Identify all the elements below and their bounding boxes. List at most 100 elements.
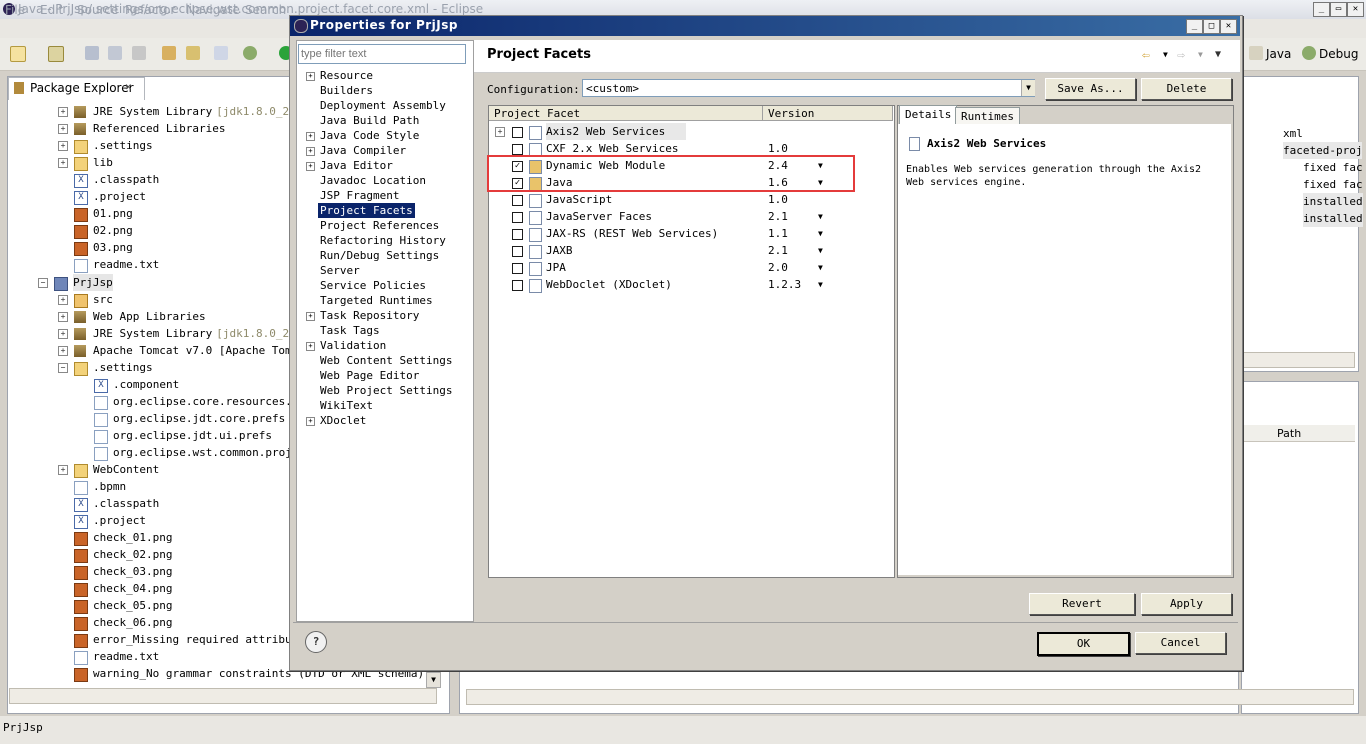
save-icon[interactable] xyxy=(85,46,99,60)
editor-hscroll[interactable] xyxy=(466,689,1354,705)
column-project-facet[interactable]: Project Facet xyxy=(489,106,763,121)
tree-item[interactable]: org.eclipse.jdt.core.prefs xyxy=(113,410,285,427)
expand-icon[interactable]: + xyxy=(306,132,315,141)
tree-item[interactable]: .classpath xyxy=(93,171,159,188)
nav-item[interactable]: Java Build Path xyxy=(320,113,419,128)
expand-icon[interactable]: + xyxy=(306,147,315,156)
expand-icon[interactable]: + xyxy=(58,346,68,356)
menu-source[interactable]: Source xyxy=(77,3,118,17)
tree-item[interactable]: check_04.png xyxy=(93,580,172,597)
configuration-combo[interactable]: <custom> xyxy=(582,79,1035,97)
tree-item[interactable]: readme.txt xyxy=(93,256,159,273)
combo-arrow-icon[interactable]: ▼ xyxy=(1021,80,1035,96)
column-path[interactable]: Path xyxy=(1277,427,1301,440)
apply-button[interactable]: Apply xyxy=(1141,593,1232,615)
nav-item[interactable]: Web Content Settings xyxy=(320,353,452,368)
outline-item[interactable]: xml xyxy=(1283,125,1303,142)
expand-icon[interactable]: + xyxy=(306,162,315,171)
tree-item[interactable]: .project xyxy=(93,512,146,529)
nav-item[interactable]: Server xyxy=(320,263,360,278)
facet-version[interactable]: 1.0 xyxy=(768,191,818,208)
tree-item[interactable]: check_01.png xyxy=(93,529,172,546)
facet-checkbox[interactable] xyxy=(512,212,523,223)
menu-edit[interactable]: Edit xyxy=(40,3,63,17)
tree-item[interactable]: .settings xyxy=(93,359,153,376)
facet-name[interactable]: JavaServer Faces xyxy=(546,208,756,225)
close-view-icon[interactable]: ✕ xyxy=(125,80,132,93)
outline-item[interactable]: installed xyxy=(1303,210,1363,227)
save-as-button[interactable]: Save As... xyxy=(1045,78,1136,100)
dialog-minimize-icon[interactable]: _ xyxy=(1186,19,1203,34)
nav-item[interactable]: XDoclet xyxy=(320,413,366,428)
nav-item[interactable]: Project Facets xyxy=(318,203,415,218)
nav-item[interactable]: Deployment Assembly xyxy=(320,98,446,113)
menu-search[interactable]: Search xyxy=(245,3,286,17)
facet-checkbox[interactable] xyxy=(512,280,523,291)
new-package-icon[interactable] xyxy=(48,46,64,62)
ok-button[interactable]: OK xyxy=(1037,632,1130,656)
version-dropdown-icon[interactable]: ▼ xyxy=(818,208,828,225)
tree-item[interactable]: check_03.png xyxy=(93,563,172,580)
menu-navigate[interactable]: Navigate xyxy=(186,3,240,17)
save-all-icon[interactable] xyxy=(108,46,122,60)
outline-hscroll[interactable] xyxy=(1243,352,1355,368)
dialog-maximize-icon[interactable]: □ xyxy=(1203,19,1220,34)
tree-item[interactable]: lib xyxy=(93,154,113,171)
outline-item[interactable]: fixed fac xyxy=(1303,176,1363,193)
menu-refactor[interactable]: Refactor xyxy=(125,3,175,17)
facet-version[interactable]: 1.2.3 xyxy=(768,276,818,293)
nav-item[interactable]: Run/Debug Settings xyxy=(320,248,439,263)
perspective-java[interactable]: Java xyxy=(1266,47,1291,61)
facet-name[interactable]: JAXB xyxy=(546,242,756,259)
nav-item[interactable]: Validation xyxy=(320,338,386,353)
outline-item[interactable]: faceted-proj xyxy=(1283,142,1363,159)
expand-icon[interactable]: + xyxy=(306,312,315,321)
nav-item[interactable]: Javadoc Location xyxy=(320,173,426,188)
outline-item[interactable]: fixed fac xyxy=(1303,159,1363,176)
nav-item[interactable]: Web Page Editor xyxy=(320,368,419,383)
tree-item[interactable]: Web App Libraries xyxy=(93,308,206,325)
tree-item[interactable]: check_02.png xyxy=(93,546,172,563)
tree-item[interactable]: .settings xyxy=(93,137,153,154)
open-resource-icon[interactable] xyxy=(186,46,200,60)
facet-version[interactable] xyxy=(768,123,818,140)
facet-name[interactable]: JPA xyxy=(546,259,756,276)
scroll-down-icon[interactable]: ▼ xyxy=(426,672,441,688)
expand-icon[interactable]: + xyxy=(58,158,68,168)
debug-perspective-icon[interactable] xyxy=(1302,46,1316,60)
facet-checkbox[interactable] xyxy=(512,127,523,138)
forward-menu-icon[interactable]: ▼ xyxy=(1198,50,1203,59)
nav-item[interactable]: Resource xyxy=(320,68,373,83)
tree-item[interactable]: PrjJsp xyxy=(73,274,113,291)
minimize-icon[interactable]: _ xyxy=(1313,2,1330,17)
facet-checkbox[interactable] xyxy=(512,195,523,206)
open-perspective-icon[interactable] xyxy=(1249,46,1263,60)
collapse-icon[interactable]: − xyxy=(38,278,48,288)
tree-item[interactable]: .classpath xyxy=(93,495,159,512)
delete-button[interactable]: Delete xyxy=(1141,78,1232,100)
expand-icon[interactable]: + xyxy=(58,329,68,339)
nav-item[interactable]: Task Repository xyxy=(320,308,419,323)
new-icon[interactable] xyxy=(10,46,26,62)
version-dropdown-icon[interactable]: ▼ xyxy=(818,276,828,293)
restore-icon[interactable]: ▭ xyxy=(1330,2,1347,17)
print-icon[interactable] xyxy=(132,46,146,60)
tree-item[interactable]: readme.txt xyxy=(93,648,159,665)
open-type-icon[interactable] xyxy=(162,46,176,60)
nav-item[interactable]: Service Policies xyxy=(320,278,426,293)
nav-item[interactable]: Refactoring History xyxy=(320,233,446,248)
nav-item[interactable]: Java Editor xyxy=(320,158,393,173)
view-menu-icon[interactable]: ▼ xyxy=(1215,49,1221,60)
revert-button[interactable]: Revert xyxy=(1029,593,1135,615)
tree-item[interactable]: 02.png xyxy=(93,222,133,239)
expand-icon[interactable]: + xyxy=(58,295,68,305)
tab-details[interactable]: Details xyxy=(899,105,958,124)
nav-item[interactable]: Targeted Runtimes xyxy=(320,293,433,308)
collapse-icon[interactable]: − xyxy=(58,363,68,373)
nav-item[interactable]: JSP Fragment xyxy=(320,188,399,203)
nav-item[interactable]: Java Compiler xyxy=(320,143,406,158)
nav-item[interactable]: Java Code Style xyxy=(320,128,419,143)
expand-icon[interactable]: + xyxy=(58,107,68,117)
package-explorer-hscroll[interactable] xyxy=(9,688,437,704)
back-menu-icon[interactable]: ▼ xyxy=(1163,50,1168,59)
